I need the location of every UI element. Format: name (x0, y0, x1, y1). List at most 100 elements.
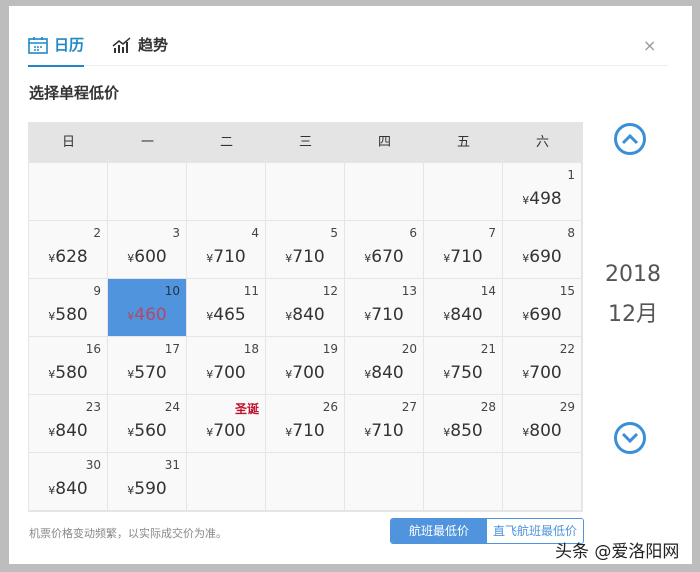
day-number: 30 (85, 458, 101, 472)
calendar-icon (28, 36, 48, 54)
day-cell[interactable]: 18 ¥700 (187, 337, 266, 395)
weekday-header: 日一二三四五六 (29, 123, 582, 163)
day-number: 10 (164, 284, 180, 298)
day-cell[interactable]: 2 ¥628 (29, 221, 108, 279)
day-price: ¥690 (503, 305, 581, 325)
day-price: ¥498 (503, 189, 581, 209)
day-number: 9 (93, 284, 101, 298)
day-cell[interactable]: 19 ¥700 (266, 337, 345, 395)
price-value: 840 (450, 305, 483, 325)
price-value: 750 (450, 363, 483, 383)
day-cell[interactable]: 17 ¥570 (108, 337, 187, 395)
day-number: 19 (322, 342, 338, 356)
price-value: 700 (292, 363, 325, 383)
day-number: 15 (559, 284, 575, 298)
day-price: ¥580 (29, 305, 107, 325)
price-value: 840 (292, 305, 325, 325)
price-value: 710 (292, 421, 325, 441)
next-month-button[interactable] (614, 422, 646, 454)
day-number: 6 (409, 226, 417, 240)
tab-trend[interactable]: 趋势 (112, 34, 168, 55)
day-price: ¥700 (187, 421, 265, 441)
day-price: ¥800 (503, 421, 581, 441)
calendar-grid: 日 一 二 三 四 五 六 1 ¥498 2 ¥628 3 ¥600 4 ¥710 5 ¥710 6 ¥670 7 ¥… (28, 122, 583, 512)
day-number: 17 (164, 342, 180, 356)
day-number: 24 (164, 400, 180, 414)
close-button[interactable]: × (643, 36, 656, 55)
weekday-label: 六 (535, 135, 549, 150)
day-price: ¥840 (29, 421, 107, 441)
page-title: 选择单程低价 (29, 84, 120, 102)
day-number: 31 (164, 458, 180, 472)
day-price: ¥590 (108, 479, 186, 499)
day-cell[interactable]: 3 ¥600 (108, 221, 187, 279)
day-cell[interactable]: 1 ¥498 (503, 163, 582, 221)
day-number: 18 (243, 342, 259, 356)
trend-chart-icon (112, 36, 131, 53)
day-cell[interactable]: 22 ¥700 (503, 337, 582, 395)
tab-label: 日历 (54, 36, 85, 54)
price-value: 710 (371, 305, 404, 325)
day-cell[interactable]: 20 ¥840 (345, 337, 424, 395)
day-price: ¥460 (108, 305, 186, 325)
day-number: 14 (480, 284, 496, 298)
day-cell[interactable]: 13 ¥710 (345, 279, 424, 337)
day-cell[interactable]: 21 ¥750 (424, 337, 503, 395)
weekday-label: 日 (61, 135, 75, 150)
day-cell[interactable]: 29 ¥800 (503, 395, 582, 453)
price-value: 840 (371, 363, 404, 383)
price-value: 465 (213, 305, 246, 325)
price-value: 580 (55, 305, 88, 325)
prev-month-button[interactable] (614, 123, 646, 155)
day-number: 4 (251, 226, 259, 240)
day-cell[interactable]: 27 ¥710 (345, 395, 424, 453)
price-value: 710 (292, 247, 325, 267)
day-cell[interactable]: 8 ¥690 (503, 221, 582, 279)
day-price: ¥710 (266, 247, 344, 267)
price-value: 700 (213, 421, 246, 441)
day-cell[interactable]: 14 ¥840 (424, 279, 503, 337)
day-cell[interactable]: 26 ¥710 (266, 395, 345, 453)
day-cell[interactable]: 5 ¥710 (266, 221, 345, 279)
day-cell[interactable]: 6 ¥670 (345, 221, 424, 279)
price-value: 840 (55, 479, 88, 499)
day-cell[interactable]: 9 ¥580 (29, 279, 108, 337)
day-price: ¥710 (345, 305, 423, 325)
day-number: 27 (401, 400, 417, 414)
weekday-label: 一 (140, 135, 154, 150)
empty-cell (424, 163, 503, 221)
tab-calendar[interactable]: 日历 (28, 34, 85, 67)
day-price: ¥700 (266, 363, 344, 383)
empty-cell (108, 163, 187, 221)
price-value: 670 (371, 247, 404, 267)
day-cell[interactable]: 4 ¥710 (187, 221, 266, 279)
day-cell[interactable]: 28 ¥850 (424, 395, 503, 453)
day-cell[interactable]: 12 ¥840 (266, 279, 345, 337)
chevron-up-icon (621, 133, 639, 145)
day-cell[interactable]: 7 ¥710 (424, 221, 503, 279)
tab-label: 趋势 (138, 36, 169, 54)
day-price: ¥840 (345, 363, 423, 383)
month-label: 12月 (608, 302, 658, 327)
day-cell[interactable]: 10 ¥460 (108, 279, 187, 337)
day-number: 16 (85, 342, 101, 356)
day-price: ¥840 (29, 479, 107, 499)
day-cell[interactable]: 圣诞 ¥700 (187, 395, 266, 453)
day-cell[interactable]: 16 ¥580 (29, 337, 108, 395)
day-price: ¥570 (108, 363, 186, 383)
day-price: ¥700 (187, 363, 265, 383)
day-cell[interactable]: 24 ¥560 (108, 395, 187, 453)
day-price: ¥710 (187, 247, 265, 267)
day-cell[interactable]: 23 ¥840 (29, 395, 108, 453)
day-price: ¥690 (503, 247, 581, 267)
day-price: ¥670 (345, 247, 423, 267)
chevron-down-icon (621, 432, 639, 444)
day-cell[interactable]: 15 ¥690 (503, 279, 582, 337)
day-number: 11 (243, 284, 259, 298)
lowest-fare-option[interactable]: 航班最低价 (391, 519, 487, 543)
day-cell[interactable]: 31 ¥590 (108, 453, 187, 511)
day-cell[interactable]: 30 ¥840 (29, 453, 108, 511)
day-cell[interactable]: 11 ¥465 (187, 279, 266, 337)
day-number: 22 (559, 342, 575, 356)
day-number: 26 (322, 400, 338, 414)
